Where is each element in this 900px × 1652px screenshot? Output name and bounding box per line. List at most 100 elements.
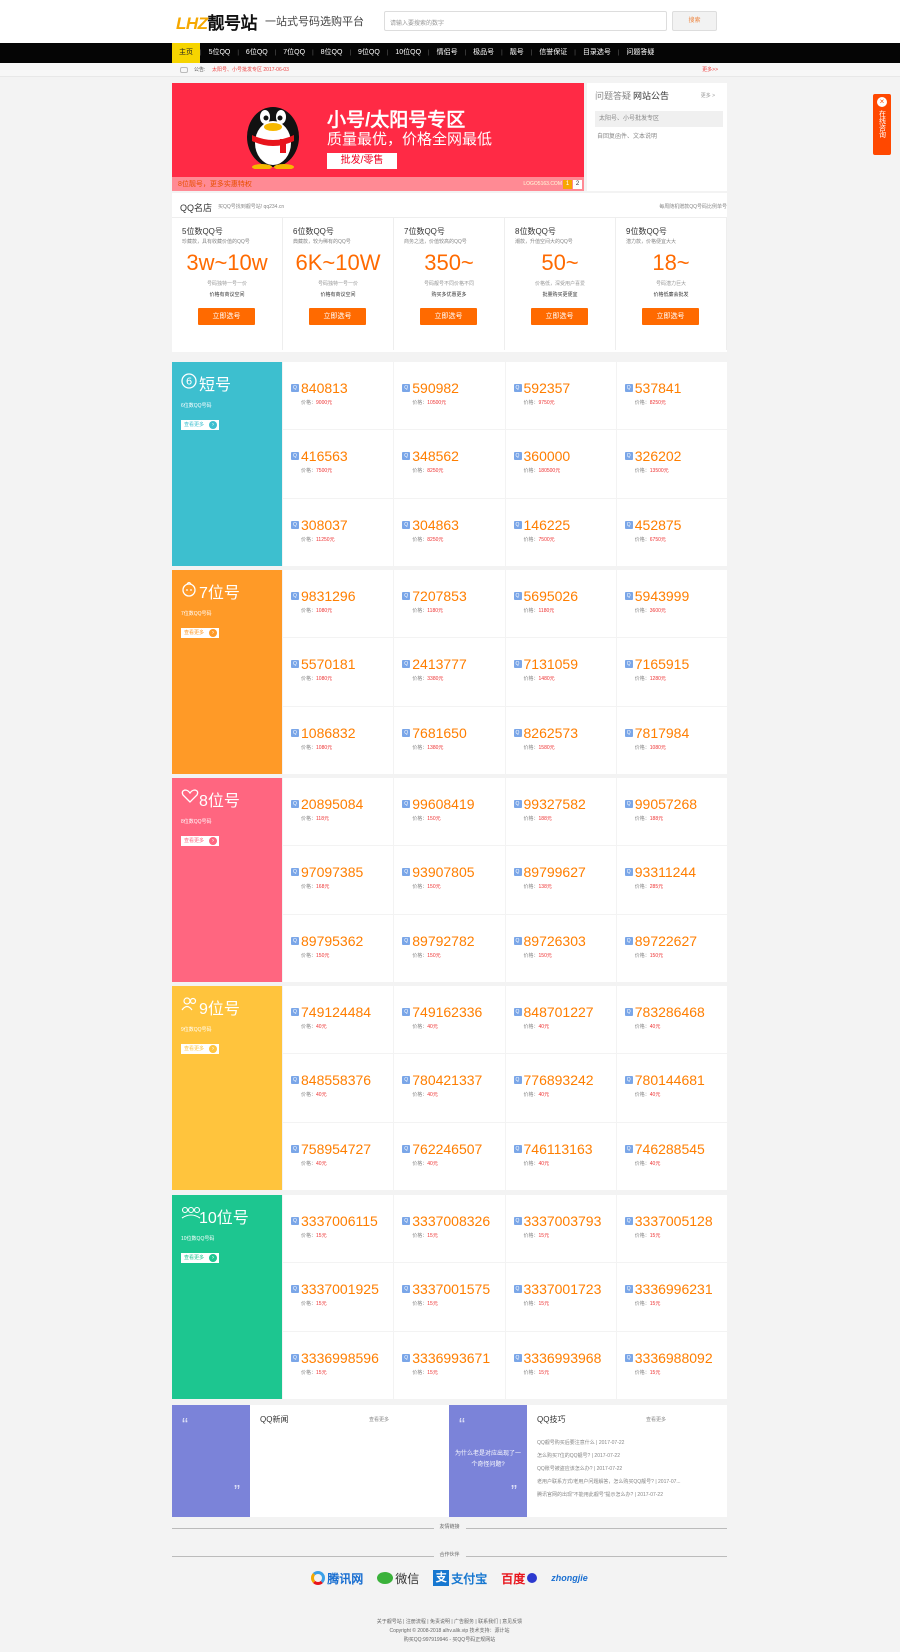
- qq-number[interactable]: 89722627: [635, 933, 697, 949]
- qq-number[interactable]: 3336998596: [301, 1350, 379, 1366]
- number-card[interactable]: Q 3336993671 价格：15元: [394, 1331, 505, 1399]
- number-card[interactable]: Q 89722627 价格：150元: [616, 914, 727, 982]
- number-card[interactable]: Q 452875 价格：6750元: [616, 498, 727, 566]
- qq-number[interactable]: 758954727: [301, 1141, 371, 1157]
- qq-number[interactable]: 537841: [635, 380, 682, 396]
- section-more-button[interactable]: 查看更多 ›: [181, 628, 219, 638]
- qq-number[interactable]: 99608419: [412, 796, 474, 812]
- number-card[interactable]: Q 416563 价格：7500元: [283, 430, 394, 498]
- nav-item[interactable]: 9位QQ: [351, 43, 387, 63]
- qq-number[interactable]: 848558376: [301, 1072, 371, 1088]
- notice-text[interactable]: 太阳号、小号批发专区 2017-06-03: [212, 63, 289, 77]
- number-card[interactable]: Q 840813 价格：9000元: [283, 362, 394, 430]
- qq-number[interactable]: 1086832: [301, 725, 356, 741]
- promo-banner[interactable]: 小号/太阳号专区 质量最优，价格全网最低 批发/零售 8位靓号，更多实惠特权 L…: [172, 83, 584, 191]
- number-card[interactable]: Q 758954727 价格：40元: [283, 1122, 394, 1190]
- search-input[interactable]: 请输入要搜索的数字: [384, 11, 667, 31]
- qq-number[interactable]: 348562: [412, 448, 459, 464]
- section-more-button[interactable]: 查看更多 ›: [181, 1044, 219, 1054]
- qa-item[interactable]: 自回复函件、文本说明: [595, 131, 723, 143]
- partner-alipay[interactable]: 支支付宝: [433, 1570, 487, 1587]
- number-card[interactable]: Q 89792782 价格：150元: [394, 914, 505, 982]
- qq-number[interactable]: 3337003793: [524, 1213, 602, 1229]
- partner-wechat[interactable]: 微信: [377, 1570, 419, 1587]
- number-card[interactable]: Q 99608419 价格：150元: [394, 778, 505, 846]
- number-card[interactable]: Q 3336988092 价格：15元: [616, 1331, 727, 1399]
- number-card[interactable]: Q 326202 价格：13500元: [616, 430, 727, 498]
- qq-number[interactable]: 590982: [412, 380, 459, 396]
- qq-number[interactable]: 7165915: [635, 656, 690, 672]
- number-card[interactable]: Q 3337008326 价格：15元: [394, 1195, 505, 1263]
- number-card[interactable]: Q 848701227 价格：40元: [505, 986, 616, 1054]
- qq-number[interactable]: 7207853: [412, 588, 467, 604]
- number-card[interactable]: Q 776893242 价格：40元: [505, 1054, 616, 1122]
- number-card[interactable]: Q 3337005128 价格：15元: [616, 1195, 727, 1263]
- qq-number[interactable]: 97097385: [301, 864, 363, 880]
- number-card[interactable]: Q 780144681 价格：40元: [616, 1054, 727, 1122]
- nav-item[interactable]: 8位QQ: [314, 43, 350, 63]
- banner-page-2[interactable]: 2: [573, 180, 582, 189]
- number-card[interactable]: Q 783286468 价格：40元: [616, 986, 727, 1054]
- banner-page-1[interactable]: 1: [563, 180, 572, 189]
- number-card[interactable]: Q 99327582 价格：188元: [505, 778, 616, 846]
- nav-item[interactable]: 7位QQ: [276, 43, 312, 63]
- qq-number[interactable]: 3337005128: [635, 1213, 713, 1229]
- nav-item[interactable]: 极品号: [466, 43, 501, 63]
- nav-item[interactable]: 靓号: [503, 43, 531, 63]
- number-card[interactable]: Q 3336993968 价格：15元: [505, 1331, 616, 1399]
- qq-number[interactable]: 89799627: [524, 864, 586, 880]
- nav-item[interactable]: 问题答疑: [619, 43, 661, 63]
- qq-number[interactable]: 452875: [635, 517, 682, 533]
- nav-item[interactable]: 10位QQ: [388, 43, 428, 63]
- number-card[interactable]: Q 1086832 价格：1080元: [283, 706, 394, 774]
- qq-number[interactable]: 746288545: [635, 1141, 705, 1157]
- qq-number[interactable]: 5695026: [524, 588, 579, 604]
- qq-number[interactable]: 9831296: [301, 588, 356, 604]
- qq-number[interactable]: 2413777: [412, 656, 467, 672]
- qq-number[interactable]: 776893242: [524, 1072, 594, 1088]
- number-card[interactable]: Q 746288545 价格：40元: [616, 1122, 727, 1190]
- tips-more-link[interactable]: 查看更多: [646, 1416, 666, 1423]
- number-card[interactable]: Q 2413777 价格：3380元: [394, 638, 505, 706]
- qq-number[interactable]: 3337006115: [301, 1213, 378, 1229]
- tips-item[interactable]: 怎么购买7位的QQ靓号? | 2017-07-22: [537, 1450, 681, 1463]
- number-card[interactable]: Q 7131059 价格：1480元: [505, 638, 616, 706]
- number-card[interactable]: Q 7817984 价格：1080元: [616, 706, 727, 774]
- qq-number[interactable]: 749124484: [301, 1004, 371, 1020]
- qq-number[interactable]: 308037: [301, 517, 348, 533]
- qa-item[interactable]: 太阳号、小号批发专区: [595, 111, 723, 127]
- qq-number[interactable]: 146225: [524, 517, 571, 533]
- nav-item[interactable]: 信誉保证: [532, 43, 574, 63]
- partner-baidu[interactable]: 百度: [501, 1570, 538, 1587]
- number-card[interactable]: Q 89726303 价格：150元: [505, 914, 616, 982]
- number-card[interactable]: Q 3337006115 价格：15元: [283, 1195, 394, 1263]
- number-card[interactable]: Q 5570181 价格：1080元: [283, 638, 394, 706]
- number-card[interactable]: Q 762246507 价格：40元: [394, 1122, 505, 1190]
- qq-number[interactable]: 3337001723: [524, 1281, 602, 1297]
- qq-number[interactable]: 89792782: [412, 933, 474, 949]
- number-card[interactable]: Q 7681650 价格：1380元: [394, 706, 505, 774]
- select-number-button[interactable]: 立即选号: [642, 308, 699, 325]
- qq-number[interactable]: 416563: [301, 448, 348, 464]
- qq-number[interactable]: 840813: [301, 380, 348, 396]
- number-card[interactable]: Q 3337001723 价格：15元: [505, 1263, 616, 1331]
- number-card[interactable]: Q 7165915 价格：1280元: [616, 638, 727, 706]
- number-card[interactable]: Q 146225 价格：7500元: [505, 498, 616, 566]
- footer-links[interactable]: 关于靓号站 | 注册流程 | 免责说明 | 广告服务 | 联系我们 | 意见反馈: [172, 1618, 727, 1627]
- qq-number[interactable]: 5570181: [301, 656, 356, 672]
- close-icon[interactable]: ×: [877, 97, 887, 107]
- number-card[interactable]: Q 93907805 价格：150元: [394, 846, 505, 914]
- qq-number[interactable]: 592357: [524, 380, 571, 396]
- qq-number[interactable]: 3336993968: [524, 1350, 602, 1366]
- number-card[interactable]: Q 9831296 价格：1080元: [283, 570, 394, 638]
- number-card[interactable]: Q 3337001925 价格：15元: [283, 1263, 394, 1331]
- number-card[interactable]: Q 93311244 价格：285元: [616, 846, 727, 914]
- partner-tencent[interactable]: 腾讯网: [311, 1570, 363, 1587]
- tips-item[interactable]: QQ账号被盗应该怎么办? | 2017-07-22: [537, 1463, 681, 1476]
- qq-number[interactable]: 3336993671: [412, 1350, 490, 1366]
- qq-number[interactable]: 749162336: [412, 1004, 482, 1020]
- number-card[interactable]: Q 99057268 价格：188元: [616, 778, 727, 846]
- qq-number[interactable]: 7817984: [635, 725, 690, 741]
- number-card[interactable]: Q 89799627 价格：138元: [505, 846, 616, 914]
- site-logo[interactable]: LHZ靓号站: [176, 9, 258, 34]
